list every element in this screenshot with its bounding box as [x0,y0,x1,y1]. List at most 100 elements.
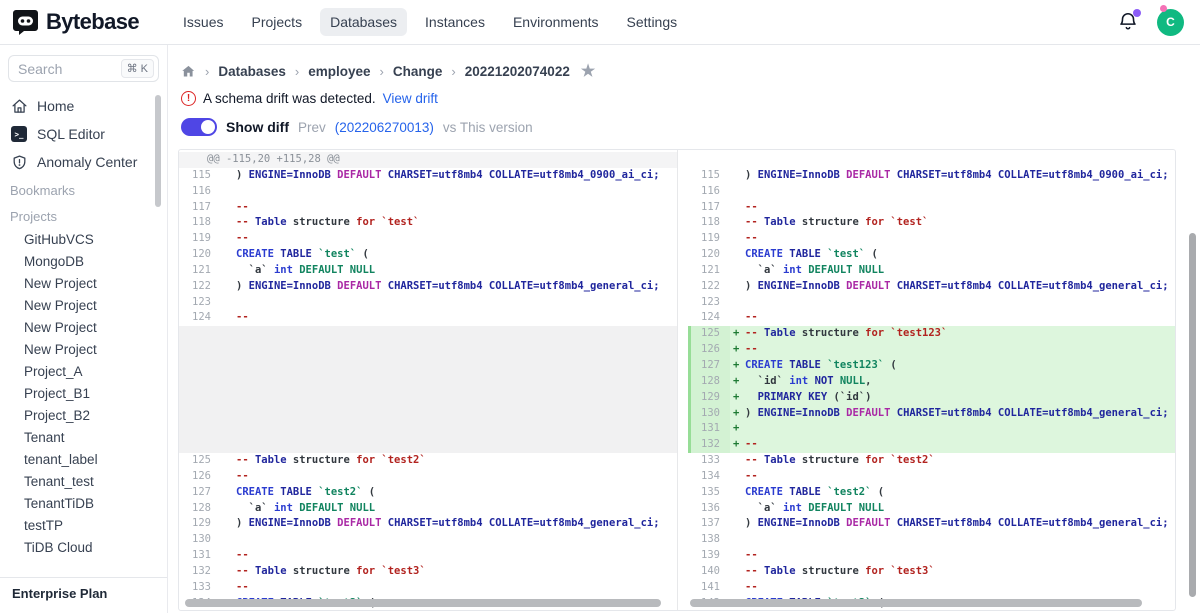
top-nav: Bytebase Issues Projects Databases Insta… [0,0,1200,45]
line-number: 136 [688,501,730,517]
sidebar-item-anomaly-center[interactable]: Anomaly Center [0,148,167,176]
line-number: 132 [688,437,730,453]
nav-databases[interactable]: Databases [320,8,407,36]
diff-pane-current[interactable]: 115) ENGINE=InnoDB DEFAULT CHARSET=utf8m… [688,150,1175,610]
line-number: 125 [179,453,221,469]
breadcrumb-separator: › [205,64,209,79]
nav-issues[interactable]: Issues [173,8,233,36]
breadcrumb-separator: › [380,64,384,79]
diff-line: 122) ENGINE=InnoDB DEFAULT CHARSET=utf8m… [179,279,677,295]
project-item[interactable]: Project_B2 [0,404,167,426]
project-item[interactable]: GitHubVCS [0,228,167,250]
project-item[interactable]: Project_B1 [0,382,167,404]
view-drift-link[interactable]: View drift [383,91,438,106]
diff-line-added: 128+ `id` int NOT NULL, [688,374,1175,390]
line-number: 133 [179,580,221,596]
project-item[interactable]: Project_A [0,360,167,382]
project-item[interactable]: TiDB Cloud [0,536,167,558]
line-number: 118 [179,215,221,231]
horizontal-scrollbar-right[interactable] [690,599,1142,607]
notification-badge [1133,9,1141,17]
line-number: 131 [179,548,221,564]
line-number: 123 [688,295,730,311]
diff-sash[interactable] [678,150,688,610]
diff-line: 141-- [688,580,1175,596]
bytebase-logo[interactable]: Bytebase [12,9,139,36]
breadcrumb-version[interactable]: 20221202074022 [465,64,570,79]
diff-line-added: 125+-- Table structure for `test123` [688,326,1175,342]
schema-drift-alert: ! A schema drift was detected. View drif… [181,91,1200,106]
search-placeholder: Search [18,61,121,77]
project-item[interactable]: Tenant_test [0,470,167,492]
prev-version-link[interactable]: (202206270013) [335,120,434,135]
page-vertical-scrollbar[interactable] [1189,233,1196,597]
breadcrumb-employee[interactable]: employee [308,64,370,79]
avatar[interactable]: C [1157,9,1184,36]
diff-line: 126-- [179,469,677,485]
diff-line: 117-- [179,200,677,216]
line-number: 120 [179,247,221,263]
horizontal-scrollbar-left[interactable] [185,599,661,607]
diff-editor[interactable]: @@ -115,20 +115,28 @@115) ENGINE=InnoDB … [178,149,1176,611]
line-number: 115 [688,168,730,184]
diff-hunk-header [688,152,1175,168]
sidebar-item-sql-editor[interactable]: >_ SQL Editor [0,120,167,148]
diff-line: 124-- [688,310,1175,326]
line-number: 117 [179,200,221,216]
bookmark-star-icon[interactable]: ★ [581,61,595,81]
diff-line-added: 132+-- [688,437,1175,453]
notification-bell-icon[interactable] [1117,11,1139,33]
project-item[interactable]: New Project [0,294,167,316]
sidebar-scrollbar[interactable] [155,95,161,207]
home-icon [10,97,28,115]
line-number: 123 [179,295,221,311]
diff-line: 140-- Table structure for `test3` [688,564,1175,580]
line-number: 127 [688,358,730,374]
breadcrumb-databases[interactable]: Databases [218,64,286,79]
diff-line-added: 130+) ENGINE=InnoDB DEFAULT CHARSET=utf8… [688,406,1175,422]
diff-line: 122) ENGINE=InnoDB DEFAULT CHARSET=utf8m… [688,279,1175,295]
breadcrumb-home-icon[interactable] [181,64,196,79]
project-item[interactable]: New Project [0,272,167,294]
vs-this-version-label: vs This version [443,120,533,135]
nav-instances[interactable]: Instances [415,8,495,36]
diff-line: 131-- [179,548,677,564]
search-shortcut-badge: ⌘ K [121,59,154,78]
line-number: 117 [688,200,730,216]
line-number: 138 [688,532,730,548]
project-item[interactable]: testTP [0,514,167,536]
diff-pane-previous[interactable]: @@ -115,20 +115,28 @@115) ENGINE=InnoDB … [179,150,678,610]
line-number: 122 [179,279,221,295]
diff-line-added: 126+-- [688,342,1175,358]
breadcrumb-change[interactable]: Change [393,64,443,79]
project-item[interactable]: TenantTiDB [0,492,167,514]
line-number: 116 [688,184,730,200]
line-number: 127 [179,485,221,501]
line-number: 126 [688,342,730,358]
diff-line: 117-- [688,200,1175,216]
search-input[interactable]: Search ⌘ K [8,55,159,82]
project-item[interactable]: tenant_label [0,448,167,470]
line-number: 124 [688,310,730,326]
project-item[interactable]: Tenant [0,426,167,448]
line-number: 115 [179,168,221,184]
sidebar-item-home[interactable]: Home [0,92,167,120]
line-number: 120 [688,247,730,263]
diff-line: 116 [688,184,1175,200]
main-content: › Databases › employee › Change › 202212… [169,45,1200,613]
diff-line-added: 127+CREATE TABLE `test123` ( [688,358,1175,374]
diff-line: 120CREATE TABLE `test` ( [688,247,1175,263]
nav-projects[interactable]: Projects [242,8,313,36]
show-diff-toggle[interactable] [181,118,217,136]
line-number: 116 [179,184,221,200]
diff-line: 127CREATE TABLE `test2` ( [179,485,677,501]
project-item[interactable]: MongoDB [0,250,167,272]
diff-line: 138 [688,532,1175,548]
line-number: 139 [688,548,730,564]
nav-settings[interactable]: Settings [617,8,688,36]
project-item[interactable]: New Project [0,338,167,360]
diff-toolbar: Show diff Prev (202206270013) vs This ve… [181,118,1200,136]
nav-environments[interactable]: Environments [503,8,609,36]
project-item[interactable]: New Project [0,316,167,338]
diff-line: 121 `a` int DEFAULT NULL [179,263,677,279]
